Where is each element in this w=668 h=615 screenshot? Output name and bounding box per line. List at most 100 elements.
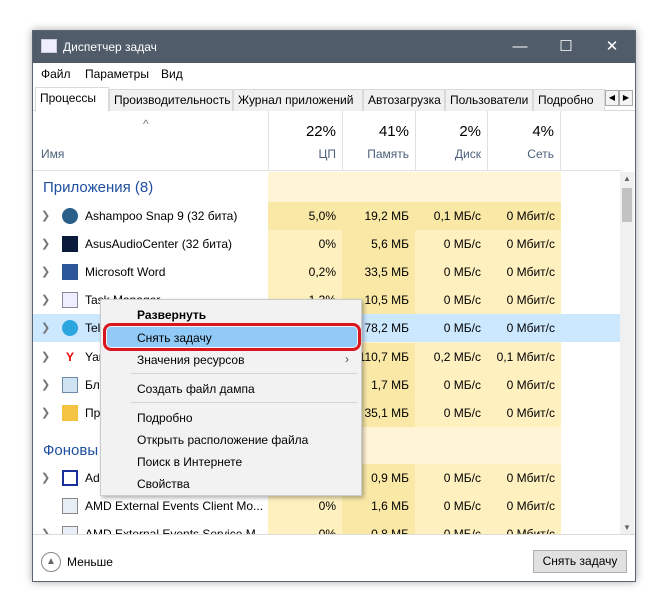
- service-icon: [62, 526, 78, 534]
- menu-item-end-task[interactable]: Снять задачу: [137, 331, 212, 345]
- process-name: Ashampoo Snap 9 (32 бита): [85, 209, 238, 223]
- minimize-button[interactable]: —: [497, 31, 543, 63]
- separator: [131, 402, 357, 403]
- process-row[interactable]: ❯ AsusAudioCenter (32 бита) 0% 5,6 МБ 0 МБ/с…: [33, 230, 621, 258]
- process-name: AsusAudioCenter (32 бита): [85, 237, 233, 251]
- menu-item-details[interactable]: Подробно: [137, 411, 193, 425]
- window-icon: [62, 470, 78, 486]
- cell-cpu: 0%: [268, 520, 342, 534]
- menu-item-properties[interactable]: Свойства: [137, 477, 190, 491]
- process-row[interactable]: ❯ Microsoft Word 0,2% 33,5 МБ 0 МБ/с 0 Мбит/с: [33, 258, 621, 286]
- expand-chevron-icon[interactable]: ❯: [41, 527, 50, 534]
- process-row[interactable]: ❯ Ashampoo Snap 9 (32 бита) 5,0% 19,2 МБ 0,1…: [33, 202, 621, 230]
- tab-startup[interactable]: Автозагрузка: [363, 89, 445, 111]
- network-total: 4%: [532, 123, 554, 140]
- task-manager-icon: [62, 292, 78, 308]
- menu-options[interactable]: Параметры: [85, 67, 149, 81]
- cell-disk: 0 МБ/с: [415, 520, 487, 534]
- scroll-thumb[interactable]: [622, 188, 632, 222]
- process-name: AMD External Events Client Mo...: [85, 499, 264, 513]
- tab-scroll-right-icon[interactable]: ▶: [619, 90, 633, 106]
- cell-disk: 0 МБ/с: [443, 321, 481, 335]
- close-button[interactable]: ✕: [589, 31, 635, 63]
- expand-chevron-icon[interactable]: ❯: [41, 209, 50, 222]
- menu-view[interactable]: Вид: [161, 67, 183, 81]
- cell-disk: 0,1 МБ/с: [415, 202, 487, 230]
- tab-processes[interactable]: Процессы: [35, 87, 109, 112]
- cell-disk: 0 МБ/с: [415, 464, 487, 492]
- cell-disk: 0 МБ/с: [415, 492, 487, 520]
- cell-net: 0 Мбит/с: [506, 321, 555, 335]
- cell-net: 0 Мбит/с: [487, 520, 561, 534]
- expand-chevron-icon[interactable]: ❯: [41, 406, 50, 419]
- cell-mem: 1,6 МБ: [342, 492, 415, 520]
- word-icon: [62, 264, 78, 280]
- task-manager-icon: [41, 39, 57, 53]
- memory-total: 41%: [378, 123, 409, 140]
- cell-mem: 5,6 МБ: [342, 230, 415, 258]
- window-title: Диспетчер задач: [63, 40, 157, 54]
- scrollbar[interactable]: ▲ ▼: [620, 172, 634, 534]
- cell-net: 0,1 Мбит/с: [487, 343, 561, 371]
- cell-mem: 19,2 МБ: [342, 202, 415, 230]
- column-memory[interactable]: 41% Память: [342, 111, 415, 171]
- cell-net: 0 Мбит/с: [487, 286, 561, 314]
- expand-chevron-icon[interactable]: ❯: [41, 378, 50, 391]
- group-apps[interactable]: Приложения (8): [43, 179, 153, 196]
- menu-item-search-web[interactable]: Поиск в Интернете: [137, 455, 242, 469]
- footer: ▲ Меньше Снять задачу: [33, 534, 635, 582]
- cpu-total: 22%: [305, 123, 336, 140]
- tab-performance[interactable]: Производительность: [109, 89, 233, 111]
- ashampoo-icon: [62, 208, 78, 224]
- cell-net: 0 Мбит/с: [487, 202, 561, 230]
- cell-disk: 0 МБ/с: [415, 286, 487, 314]
- scroll-up-icon[interactable]: ▲: [620, 174, 634, 183]
- menu-file[interactable]: Файл: [41, 67, 71, 81]
- cell-cpu: 0,2%: [268, 258, 342, 286]
- explorer-icon: [62, 405, 78, 421]
- network-label: Сеть: [527, 147, 554, 161]
- menu-item-create-dump[interactable]: Создать файл дампа: [137, 382, 255, 396]
- expand-chevron-icon[interactable]: ❯: [41, 350, 50, 363]
- disk-total: 2%: [459, 123, 481, 140]
- sort-arrow-icon[interactable]: ^: [143, 117, 149, 131]
- separator: [131, 373, 357, 374]
- cell-net: 0 Мбит/с: [487, 492, 561, 520]
- tab-scroll-left-icon[interactable]: ◀: [605, 90, 619, 106]
- menu-item-open-location[interactable]: Открыть расположение файла: [137, 433, 308, 447]
- process-name: AMD External Events Service M...: [85, 527, 266, 534]
- end-task-button[interactable]: Снять задачу: [533, 550, 627, 573]
- process-row[interactable]: ❯ AMD External Events Service M... 0% 0,8 М…: [33, 520, 621, 534]
- cell-net: 0 Мбит/с: [487, 230, 561, 258]
- column-cpu[interactable]: 22% ЦП: [268, 111, 342, 171]
- cell-mem: 0,8 МБ: [342, 520, 415, 534]
- menu-item-resource-values[interactable]: Значения ресурсов: [137, 353, 244, 367]
- column-network[interactable]: 4% Сеть: [487, 111, 561, 171]
- expand-chevron-icon[interactable]: ❯: [41, 293, 50, 306]
- expand-chevron-icon[interactable]: ❯: [41, 321, 50, 334]
- expand-chevron-icon[interactable]: ❯: [41, 265, 50, 278]
- maximize-button[interactable]: ☐: [543, 31, 589, 63]
- cell-cpu: 0%: [268, 492, 342, 520]
- cell-net: 0 Мбит/с: [487, 464, 561, 492]
- group-background[interactable]: Фоновы: [43, 442, 98, 459]
- column-name[interactable]: Имя: [41, 147, 64, 161]
- menu-bar: Файл Параметры Вид: [33, 63, 635, 87]
- cell-disk: 0 МБ/с: [415, 371, 487, 399]
- menu-item-expand[interactable]: Развернуть: [137, 308, 206, 322]
- tab-app-history[interactable]: Журнал приложений: [233, 89, 363, 111]
- tab-users[interactable]: Пользователи: [445, 89, 533, 111]
- title-bar[interactable]: Диспетчер задач — ☐ ✕: [33, 31, 635, 63]
- process-row[interactable]: AMD External Events Client Mo... 0% 1,6 МБ…: [33, 492, 621, 520]
- cell-disk: 0 МБ/с: [415, 258, 487, 286]
- expand-chevron-icon[interactable]: ❯: [41, 237, 50, 250]
- scroll-down-icon[interactable]: ▼: [620, 523, 634, 532]
- chevron-up-circle-icon[interactable]: ▲: [41, 552, 61, 572]
- expand-chevron-icon[interactable]: ❯: [41, 471, 50, 484]
- cell-cpu: 5,0%: [268, 202, 342, 230]
- process-name: Tel: [85, 321, 101, 335]
- tab-details[interactable]: Подробно: [533, 89, 605, 111]
- fewer-details-link[interactable]: Меньше: [67, 555, 113, 569]
- telegram-icon: [62, 320, 78, 336]
- column-disk[interactable]: 2% Диск: [415, 111, 487, 171]
